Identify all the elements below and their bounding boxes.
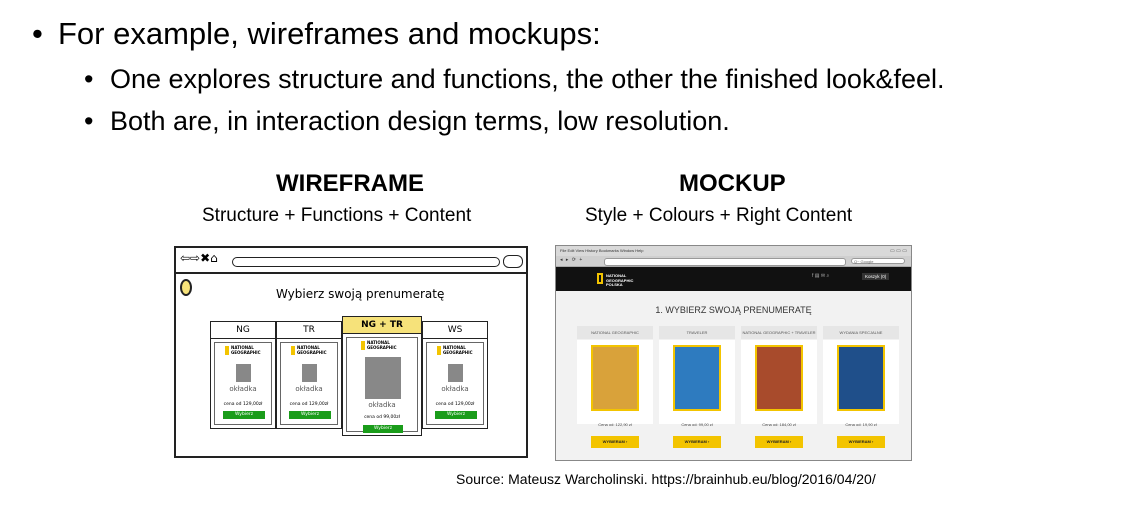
wireframe-card-featured: NG + TR NATIONAL GEOGRAPHIC okładka cena… bbox=[342, 316, 422, 436]
ng-logo-text: NATIONAL GEOGRAPHIC bbox=[297, 345, 327, 355]
ng-logo-text: NATIONAL GEOGRAPHIC bbox=[443, 345, 473, 355]
magazine-cover bbox=[837, 345, 885, 411]
card-price: cena od 99,00zł bbox=[364, 415, 400, 420]
bullet-main: • For example, wireframes and mockups: bbox=[32, 16, 601, 52]
browser-nav-icons: ◂ ▸ ⟳ + bbox=[560, 257, 584, 263]
cover-placeholder-icon bbox=[448, 364, 463, 382]
column-price: Cena od: 184,00 zł bbox=[762, 422, 796, 427]
magazine-cover bbox=[755, 345, 803, 411]
mockup-browser-toolbar: ◂ ▸ ⟳ + Q~ Google bbox=[556, 256, 911, 267]
wireframe-card: TR NATIONAL GEOGRAPHIC okładka cena od 1… bbox=[276, 321, 342, 429]
cover-label: okładka bbox=[441, 385, 469, 393]
column-price: Cena od: 99,00 zł bbox=[681, 422, 713, 427]
wireframe-url-field bbox=[232, 257, 500, 267]
wireframe-nav-icons: ⇦⇨✖⌂ bbox=[180, 251, 218, 265]
mockup-column-title: NATIONAL GEOGRAPHIC + TRAVELER bbox=[741, 326, 817, 339]
bullet-sub-2: • Both are, in interaction design terms, … bbox=[84, 106, 730, 137]
mockup-subtitle: Style + Colours + Right Content bbox=[585, 205, 853, 226]
choose-button: WYBIERAM › bbox=[673, 436, 721, 448]
source-citation: Source: Mateusz Warcholinski. https://br… bbox=[456, 471, 876, 487]
column-price: Cena od: 19,90 zł bbox=[845, 422, 877, 427]
mockup-browser-menu-bar: File Edit View History Bookmarks Window … bbox=[556, 246, 911, 256]
cover-label: okładka bbox=[229, 385, 257, 393]
mockup-column: TRAVELER Cena od: 99,00 zł WYBIERAM › bbox=[659, 326, 735, 454]
card-price: cena od 129,00zł bbox=[289, 402, 329, 407]
ng-logo-text: NATIONAL GEOGRAPHIC bbox=[367, 340, 397, 350]
mockup-column-body bbox=[823, 340, 899, 424]
mockup-search-field: Q~ Google bbox=[851, 258, 905, 264]
column-price: Cena od: 122,90 zł bbox=[598, 422, 632, 427]
mockup-column: NATIONAL GEOGRAPHIC Cena od: 122,90 zł W… bbox=[577, 326, 653, 454]
bullet-sub-2-text: Both are, in interaction design terms, l… bbox=[110, 106, 730, 136]
magazine-cover bbox=[591, 345, 639, 411]
bullet-main-text: For example, wireframes and mockups: bbox=[58, 16, 601, 51]
bullet-dot: • bbox=[84, 106, 94, 136]
bullet-sub-1-text: One explores structure and functions, th… bbox=[110, 64, 945, 94]
mockup-column-title: NATIONAL GEOGRAPHIC bbox=[577, 326, 653, 339]
choose-button: WYBIERAM › bbox=[591, 436, 639, 448]
mockup-column-body bbox=[741, 340, 817, 424]
mockup-heading: 1. WYBIERZ SWOJĄ PRENUMERATĘ bbox=[655, 305, 812, 315]
window-controls-icon: ▭ ▭ ▭ bbox=[890, 248, 907, 254]
wireframe-title: WIREFRAME bbox=[276, 170, 424, 197]
wireframe-image: ⇦⇨✖⌂ Wybierz swoją prenumeratę NG NATION… bbox=[174, 246, 528, 458]
ng-logo-text: NATIONAL GEOGRAPHIC POLSKA bbox=[606, 273, 634, 287]
card-price: cena od 129,00zł bbox=[435, 402, 475, 407]
cover-label: okładka bbox=[368, 401, 396, 409]
mockup-column: WYDANIA SPECJALNE Cena od: 19,90 zł WYBI… bbox=[823, 326, 899, 454]
mockup-column-body bbox=[577, 340, 653, 424]
mockup-column-body bbox=[659, 340, 735, 424]
wireframe-card: NG NATIONAL GEOGRAPHIC okładka cena od 1… bbox=[210, 321, 276, 429]
mockup-column: NATIONAL GEOGRAPHIC + TRAVELER Cena od: … bbox=[741, 326, 817, 454]
magazine-cover bbox=[673, 345, 721, 411]
cover-placeholder-icon bbox=[302, 364, 317, 382]
ng-logo-text: NATIONAL GEOGRAPHIC bbox=[231, 345, 261, 355]
cover-label: okładka bbox=[295, 385, 323, 393]
wireframe-subtitle: Structure + Functions + Content bbox=[202, 205, 472, 226]
mockup-browser-menu: File Edit View History Bookmarks Window … bbox=[560, 248, 644, 253]
wireframe-browser-bar: ⇦⇨✖⌂ bbox=[176, 248, 526, 274]
choose-button: Wybierz bbox=[363, 425, 403, 433]
cart-button: Koszyk (0) bbox=[862, 273, 890, 280]
ng-logo-icon bbox=[361, 341, 365, 350]
mockup-title: MOCKUP bbox=[679, 170, 786, 197]
choose-button: Wybierz bbox=[223, 411, 265, 419]
bullet-sub-1: • One explores structure and functions, t… bbox=[84, 64, 945, 95]
wireframe-heading: Wybierz swoją prenumeratę bbox=[276, 287, 445, 301]
wireframe-card-title: NG bbox=[211, 322, 275, 339]
wireframe-card-title: TR bbox=[277, 322, 341, 339]
mockup-url-field bbox=[604, 258, 846, 266]
mockup-image: File Edit View History Bookmarks Window … bbox=[555, 245, 912, 461]
mockup-column-title: WYDANIA SPECJALNE bbox=[823, 326, 899, 339]
choose-button: WYBIERAM › bbox=[837, 436, 885, 448]
wireframe-card-title: WS bbox=[423, 322, 487, 339]
choose-button: Wybierz bbox=[435, 411, 477, 419]
ng-logo-icon bbox=[291, 346, 295, 355]
choose-button: WYBIERAM › bbox=[755, 436, 803, 448]
wireframe-card: WS NATIONAL GEOGRAPHIC okładka cena od 1… bbox=[422, 321, 488, 429]
wireframe-logo-icon bbox=[180, 279, 192, 296]
ng-logo-icon bbox=[437, 346, 441, 355]
choose-button: Wybierz bbox=[289, 411, 331, 419]
mockup-site-header: NATIONAL GEOGRAPHIC POLSKA f ▤ ✉ ⌕ Koszy… bbox=[556, 267, 911, 291]
wireframe-card-title: NG + TR bbox=[343, 317, 421, 334]
cover-placeholder-icon bbox=[365, 357, 401, 399]
ng-logo-icon bbox=[225, 346, 229, 355]
card-price: cena od 129,00zł bbox=[223, 402, 263, 407]
bullet-dot: • bbox=[84, 64, 94, 94]
header-icons: f ▤ ✉ ⌕ bbox=[812, 273, 830, 279]
wireframe-search-icon bbox=[503, 255, 523, 268]
cover-placeholder-icon bbox=[236, 364, 251, 382]
mockup-column-title: TRAVELER bbox=[659, 326, 735, 339]
ng-logo-icon bbox=[597, 273, 603, 284]
bullet-dot: • bbox=[32, 16, 43, 51]
